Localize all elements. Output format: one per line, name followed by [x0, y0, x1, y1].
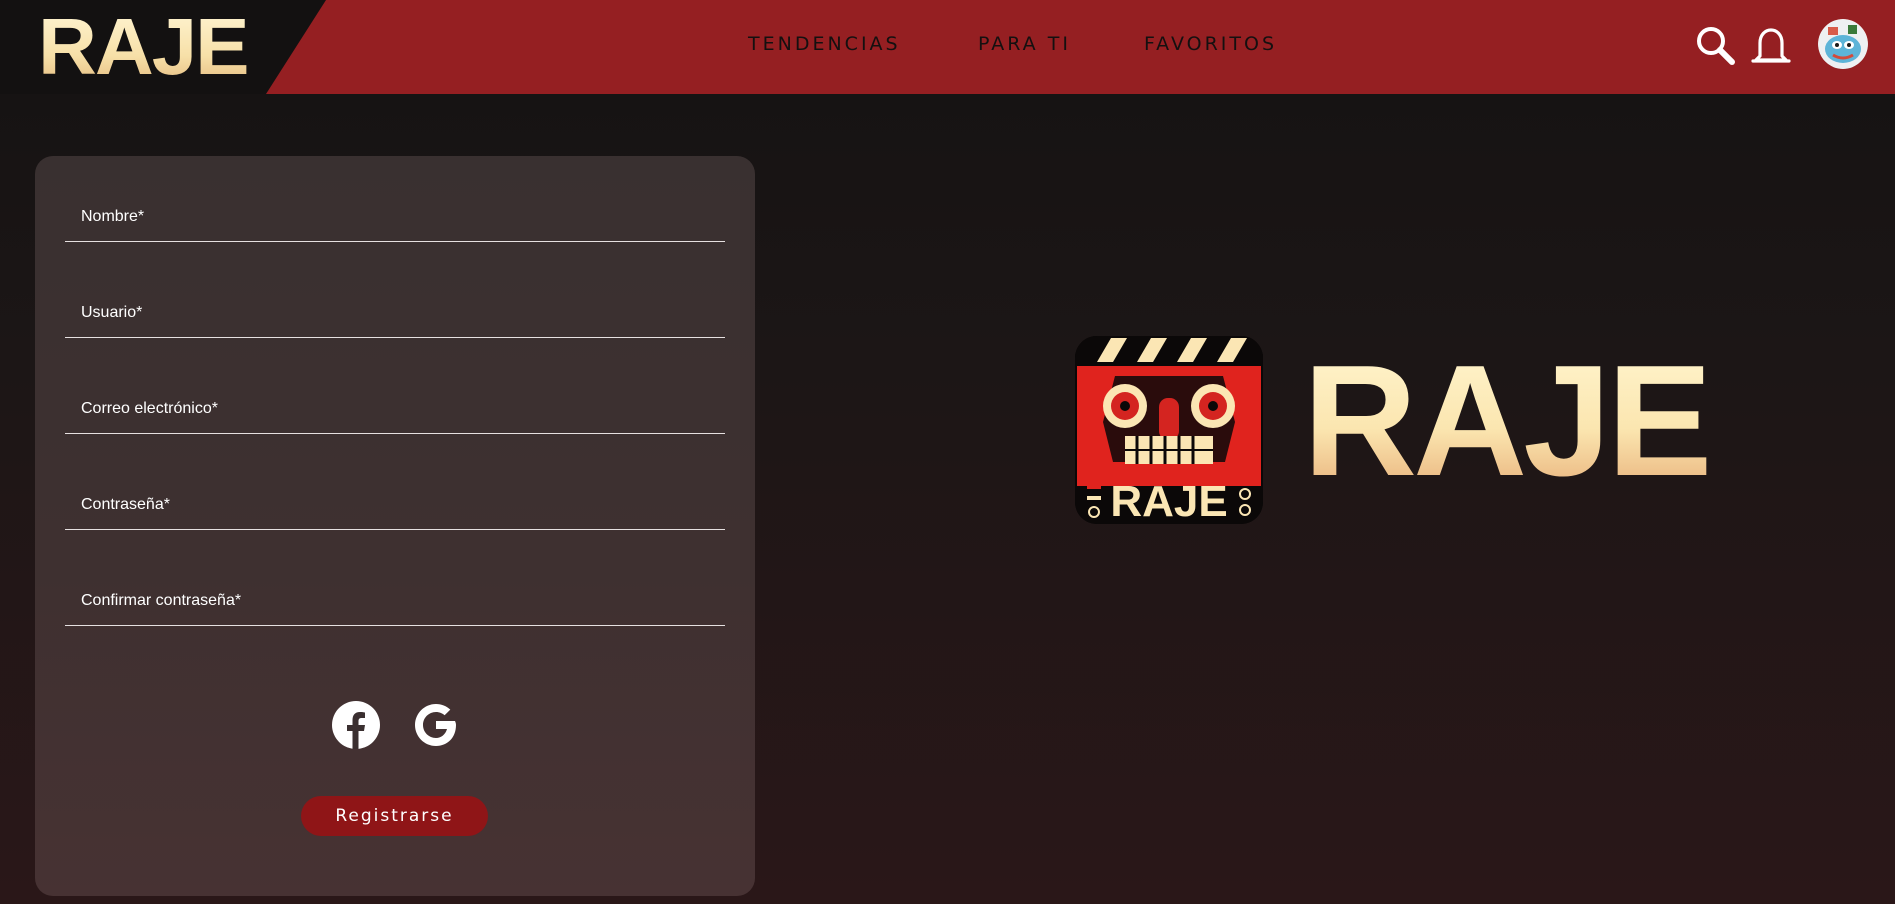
username-field[interactable]: Usuario*	[65, 298, 725, 338]
app-logo-icon-text: RAJE	[1110, 477, 1227, 524]
facebook-icon[interactable]	[331, 700, 381, 750]
google-icon[interactable]	[411, 700, 461, 750]
nav-tendencias[interactable]: TENDENCIAS	[748, 33, 901, 55]
site-logo[interactable]: RAJE	[38, 4, 250, 90]
password-field-label: Contraseña*	[81, 496, 170, 513]
email-field-label: Correo electrónico*	[81, 400, 218, 417]
name-field[interactable]: Nombre*	[65, 202, 725, 242]
hero-wordmark: RAJE	[1303, 333, 1712, 509]
confirm-password-field-label: Confirmar contraseña*	[81, 592, 242, 609]
clapperboard-mask-icon: RAJE	[1075, 336, 1263, 524]
confirm-password-field[interactable]: Confirmar contraseña*	[65, 586, 725, 626]
name-field-label: Nombre*	[81, 208, 145, 225]
app-logo-icon: RAJE	[1075, 336, 1263, 524]
notifications-icon[interactable]	[1750, 26, 1792, 66]
registration-form: Nombre* Usuario* Correo electrónico* Con…	[35, 156, 755, 896]
user-avatar[interactable]	[1818, 19, 1868, 69]
nav-favoritos[interactable]: FAVORITOS	[1144, 33, 1277, 55]
search-icon[interactable]	[1694, 24, 1738, 68]
nav-para-ti[interactable]: PARA TI	[978, 33, 1071, 55]
password-field[interactable]: Contraseña*	[65, 490, 725, 530]
email-field[interactable]: Correo electrónico*	[65, 394, 725, 434]
register-button[interactable]: Registrarse	[301, 796, 488, 836]
avatar-image	[1818, 19, 1868, 69]
username-field-label: Usuario*	[81, 304, 143, 321]
